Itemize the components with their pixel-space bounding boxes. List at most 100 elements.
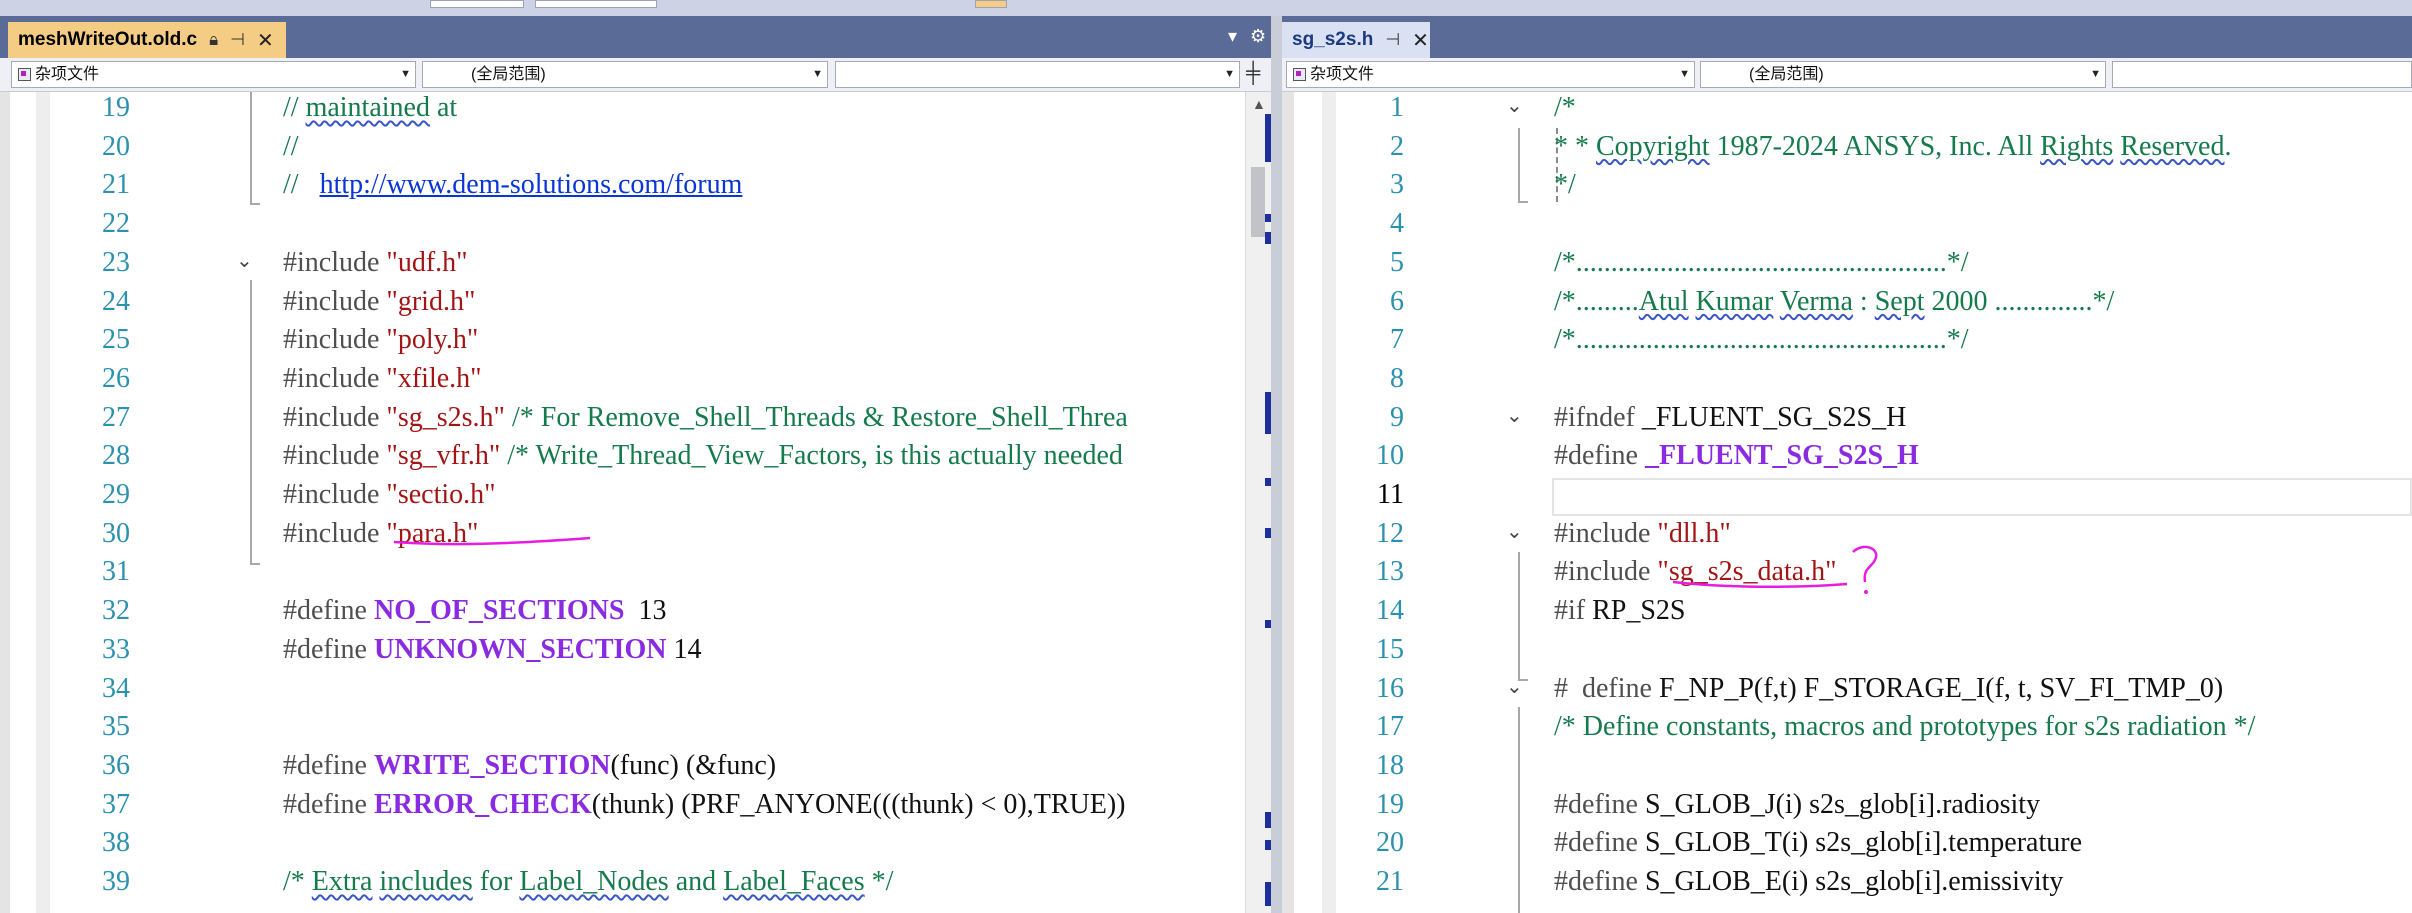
project-combo[interactable]: 杂项文件 ▼ (1286, 61, 1695, 88)
code-token: 1987-2024 ANSYS, Inc. All (1709, 130, 2041, 162)
code-line[interactable]: 24 #include "grid.h" (0, 283, 1245, 322)
code-token: Reserved (2120, 130, 2225, 162)
left-vertical-scrollbar[interactable]: ▲ (1245, 92, 1272, 913)
line-number: 31 (102, 556, 130, 588)
code-line[interactable]: 6 /*.........Atul Kumar Verma : Sept 2000… (1282, 283, 2412, 322)
code-token: S_GLOB_T(i) s2s_glob[i].temperature (1644, 827, 2082, 859)
code-token: 14 (666, 633, 702, 665)
line-number: 26 (102, 362, 130, 394)
pin-icon[interactable]: ⊣ (230, 30, 245, 50)
code-line[interactable]: 22 (0, 205, 1245, 244)
code-line[interactable]: 10 #define _FLUENT_SG_S2S_H (1282, 437, 2412, 476)
code-line[interactable]: 32 #define NO_OF_SECTIONS 13 (0, 592, 1245, 631)
code-token: #include (283, 362, 387, 394)
gear-icon[interactable]: ⚙ (1250, 26, 1266, 47)
code-line[interactable]: 35 (0, 708, 1245, 747)
code-line[interactable]: 36 #define WRITE_SECTION(func) (&func) (0, 747, 1245, 786)
member-combo[interactable]: ▼ (835, 61, 1240, 88)
code-line[interactable]: 28 #include "sg_vfr.h" /* Write_Thread_Vi… (0, 437, 1245, 476)
code-text: #include "udf.h" (283, 244, 468, 283)
line-number: 4 (1390, 208, 1404, 240)
code-token: #include (283, 517, 387, 549)
code-line[interactable]: 1 /* (1282, 92, 2412, 128)
code-token: "poly.h" (386, 324, 479, 356)
code-token: #include (283, 401, 387, 433)
line-number: 10 (1376, 440, 1404, 472)
pane-dropdown-icon[interactable]: ▾ (1228, 26, 1237, 47)
scope-combo[interactable]: (全局范围) ▼ (1700, 61, 2106, 88)
code-line[interactable]: 26 #include "xfile.h" (0, 360, 1245, 399)
line-number: 9 (1390, 401, 1404, 433)
left-code-editor[interactable]: ⌄ 19// maintained at 20//21// http://www.… (0, 92, 1245, 913)
code-line[interactable]: 2 * * Copyright 1987-2024 ANSYS, Inc. All… (1282, 128, 2412, 167)
code-line[interactable]: 19 #define S_GLOB_J(i) s2s_glob[i].radios… (1282, 786, 2412, 825)
code-line[interactable]: 38 (0, 824, 1245, 863)
code-line[interactable]: 21 #define S_GLOB_E(i) s2s_glob[i].emissi… (1282, 863, 2412, 902)
toolbar-button[interactable] (975, 0, 1007, 8)
tab-sg-s2s-h[interactable]: sg_s2s.h ⊣ ✕ (1282, 22, 1430, 58)
close-icon[interactable]: ✕ (257, 28, 274, 53)
code-text: /* Define constants, macros and prototyp… (1554, 708, 2255, 747)
line-number: 37 (102, 788, 130, 820)
code-token[interactable]: http://www.dem-solutions.com/forum (320, 169, 743, 200)
code-text: /*......................................… (1554, 321, 1969, 360)
code-token: // (283, 92, 306, 123)
code-token: #define (1554, 440, 1645, 472)
code-token: Extra (311, 866, 373, 897)
line-number: 28 (102, 440, 130, 472)
code-line[interactable]: 3 */ (1282, 166, 2412, 205)
code-line[interactable]: 20 #define S_GLOB_T(i) s2s_glob[i].temper… (1282, 824, 2412, 863)
toolbar-combo[interactable] (535, 0, 657, 8)
pin-icon[interactable]: ⊣ (1385, 30, 1400, 50)
line-number: 15 (1376, 633, 1404, 665)
code-line[interactable]: 8 (1282, 360, 2412, 399)
code-text: #define ERROR_CHECK(thunk) (PRF_ANYONE((… (283, 786, 1126, 825)
code-token: #include (283, 246, 387, 278)
member-combo[interactable] (2112, 61, 2412, 88)
code-line[interactable]: 7 /*.....................................… (1282, 321, 2412, 360)
right-code-editor[interactable]: ⌄ ⌄ ⌄ ⌄ 1/* 2 * * Copyright 1987-2024 ANSY… (1282, 92, 2412, 913)
code-line[interactable]: 34 (0, 670, 1245, 709)
code-line[interactable]: 16 # define F_NP_P(f,t) F_STORAGE_I(f, t,… (1282, 670, 2412, 709)
close-icon[interactable]: ✕ (1412, 28, 1429, 53)
line-number: 11 (1377, 479, 1404, 510)
code-line[interactable]: 30 #include "para.h" (0, 515, 1245, 554)
code-text: #include "sg_s2s.h" /* For Remove_Shell_… (283, 399, 1128, 438)
pane-splitter[interactable] (1271, 16, 1282, 913)
code-line[interactable]: 15 (1282, 631, 2412, 670)
project-combo[interactable]: 杂项文件 ▼ (11, 61, 416, 88)
tab-meshwriteout[interactable]: meshWriteOut.old.c 🔒︎ ⊣ ✕ (8, 22, 286, 58)
split-icon[interactable]: ╪ (1246, 62, 1260, 85)
code-line[interactable]: 25 #include "poly.h" (0, 321, 1245, 360)
code-line[interactable]: 9 #ifndef _FLUENT_SG_S2S_H (1282, 399, 2412, 438)
code-line[interactable]: 5 /*.....................................… (1282, 244, 2412, 283)
code-line[interactable]: 17 /* Define constants, macros and protot… (1282, 708, 2412, 747)
misc-files-icon (1293, 68, 1306, 81)
code-line[interactable]: 21 // http://www.dem-solutions.com/forum (0, 166, 1245, 205)
line-number: 22 (102, 208, 130, 240)
code-token: : (1852, 285, 1875, 317)
scroll-thumb[interactable] (1251, 167, 1265, 237)
code-token: /*......................................… (1554, 246, 1969, 278)
code-token: #include (283, 285, 387, 317)
code-line[interactable]: 29 #include "sectio.h" (0, 476, 1245, 515)
code-line[interactable]: 18 (1282, 747, 2412, 786)
code-line[interactable]: 33 #define UNKNOWN_SECTION 14 (0, 631, 1245, 670)
code-token: #define (1554, 866, 1645, 897)
code-line[interactable]: 31 (0, 553, 1245, 592)
tab-title: sg_s2s.h (1292, 29, 1374, 50)
code-token: UNKNOWN_SECTION (373, 633, 667, 665)
code-line[interactable]: 27 #include "sg_s2s.h" /* For Remove_Shel… (0, 399, 1245, 438)
code-line[interactable]: 11 (1282, 476, 2412, 515)
code-line[interactable]: 37 #define ERROR_CHECK(thunk) (PRF_ANYONE… (0, 786, 1245, 825)
line-number: 18 (1376, 749, 1404, 781)
line-number: 25 (102, 324, 130, 356)
scope-combo[interactable]: (全局范围) ▼ (422, 61, 828, 88)
toolbar-combo[interactable] (430, 0, 524, 8)
code-line[interactable]: 4 (1282, 205, 2412, 244)
code-line[interactable]: 23 #include "udf.h" (0, 244, 1245, 283)
code-line[interactable]: 20 // (0, 128, 1245, 167)
scroll-up-icon[interactable]: ▲ (1252, 96, 1266, 112)
code-line[interactable]: 39 /* Extra includes for Label_Nodes and … (0, 863, 1245, 902)
code-line[interactable]: 19 // maintained at (0, 92, 1245, 128)
